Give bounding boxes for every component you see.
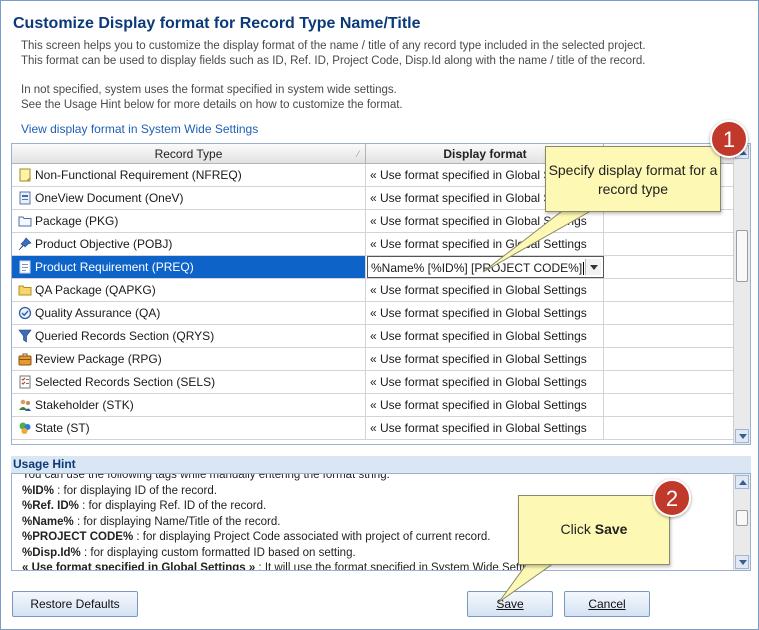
sort-icon: ⁄	[357, 149, 359, 159]
usage-hint-title: Usage Hint	[11, 456, 751, 473]
funnel-icon	[18, 329, 32, 343]
page-title: Customize Display format for Record Type…	[13, 15, 421, 32]
document-icon	[19, 191, 31, 205]
record-type-cell[interactable]: State (ST)	[12, 417, 366, 439]
step-badge-2: 2	[653, 479, 691, 517]
scroll-thumb[interactable]	[736, 510, 748, 526]
description-line: See the Usage Hint below for more detail…	[21, 99, 403, 111]
display-format-cell[interactable]: « Use format specified in Global Setting…	[367, 348, 604, 370]
scroll-up-arrow-icon[interactable]	[735, 475, 749, 489]
record-type-cell[interactable]: OneView Document (OneV)	[12, 187, 366, 209]
callout-2: Click Save	[518, 495, 670, 565]
users-icon	[19, 399, 31, 411]
hint-line: %ID% : for displaying ID of the record.	[22, 484, 217, 497]
record-type-cell[interactable]: Selected Records Section (SELS)	[12, 371, 366, 393]
restore-defaults-button[interactable]: Restore Defaults	[12, 591, 138, 617]
hint-line: « Use format specified in Global Setting…	[22, 562, 547, 571]
grid-scrollbar[interactable]	[733, 144, 750, 444]
usage-hint-text: You can use the following tags while man…	[22, 473, 547, 571]
page-icon	[19, 260, 31, 274]
record-type-cell[interactable]: QA Package (QAPKG)	[12, 279, 366, 301]
folder-icon	[18, 285, 32, 296]
description-line: This format can be used to display field…	[21, 55, 646, 67]
display-format-cell[interactable]: « Use format specified in Global Setting…	[367, 325, 604, 347]
scroll-down-arrow-icon[interactable]	[735, 429, 749, 443]
hint-line: %Disp.Id% : for displaying custom format…	[22, 546, 356, 559]
table-row[interactable]: Package (PKG) « Use format specified in …	[12, 210, 734, 233]
step-badge-1: 1	[710, 120, 748, 158]
pin-icon	[18, 237, 32, 251]
hint-line: You can use the following tags while man…	[22, 473, 390, 481]
hint-scrollbar[interactable]	[733, 474, 750, 570]
system-wide-settings-link[interactable]: View display format in System Wide Setti…	[21, 122, 258, 136]
note-icon	[19, 168, 31, 182]
check-circle-icon	[18, 306, 32, 320]
record-type-cell[interactable]: Quality Assurance (QA)	[12, 302, 366, 324]
table-row-selected[interactable]: Product Requirement (PREQ) %Name% [%ID%]…	[12, 256, 734, 279]
record-type-cell[interactable]: Package (PKG)	[12, 210, 366, 232]
display-format-cell[interactable]: « Use format specified in Global Setting…	[367, 417, 604, 439]
table-row[interactable]: Product Objective (POBJ) « Use format sp…	[12, 233, 734, 256]
table-row[interactable]: Queried Records Section (QRYS) « Use for…	[12, 325, 734, 348]
column-header-record-type[interactable]: Record Type ⁄	[12, 144, 366, 164]
table-row[interactable]: Quality Assurance (QA) « Use format spec…	[12, 302, 734, 325]
record-type-cell[interactable]: Product Requirement (PREQ)	[12, 256, 366, 278]
dialog-window: Customize Display format for Record Type…	[0, 0, 759, 630]
record-type-cell[interactable]: Review Package (RPG)	[12, 348, 366, 370]
record-type-cell[interactable]: Stakeholder (STK)	[12, 394, 366, 416]
table-row[interactable]: QA Package (QAPKG) « Use format specifie…	[12, 279, 734, 302]
scroll-down-arrow-icon[interactable]	[735, 555, 749, 569]
display-format-cell[interactable]: « Use format specified in Global Setting…	[367, 394, 604, 416]
callout-1: Specify display format for a record type	[545, 146, 721, 212]
record-type-cell[interactable]: Queried Records Section (QRYS)	[12, 325, 366, 347]
hint-line: %PROJECT CODE% : for displaying Project …	[22, 531, 491, 543]
hint-line: %Ref. ID% : for displaying Ref. ID of th…	[22, 500, 267, 512]
checklist-icon	[19, 375, 31, 389]
folder-outline-icon	[18, 216, 32, 227]
table-row[interactable]: State (ST) « Use format specified in Glo…	[12, 417, 734, 440]
display-format-cell[interactable]: « Use format specified in Global Setting…	[367, 302, 604, 324]
display-format-cell[interactable]: « Use format specified in Global Setting…	[367, 279, 604, 301]
table-row[interactable]: Selected Records Section (SELS) « Use fo…	[12, 371, 734, 394]
briefcase-icon	[18, 353, 32, 366]
table-row[interactable]: Review Package (RPG) « Use format specif…	[12, 348, 734, 371]
scroll-thumb[interactable]	[736, 230, 748, 282]
record-type-cell[interactable]: Non-Functional Requirement (NFREQ)	[12, 164, 366, 186]
cancel-button[interactable]: Cancel	[564, 591, 650, 617]
record-type-cell[interactable]: Product Objective (POBJ)	[12, 233, 366, 255]
callout-1-pointer	[482, 207, 598, 273]
table-row[interactable]: Stakeholder (STK) « Use format specified…	[12, 394, 734, 417]
state-icon	[19, 422, 31, 434]
description: This screen helps you to customize the d…	[21, 39, 646, 113]
description-line: In not specified, system uses the format…	[21, 84, 397, 96]
display-format-cell[interactable]: « Use format specified in Global Setting…	[367, 371, 604, 393]
hint-line: %Name% : for displaying Name/Title of th…	[22, 515, 281, 528]
description-line: This screen helps you to customize the d…	[21, 40, 646, 52]
